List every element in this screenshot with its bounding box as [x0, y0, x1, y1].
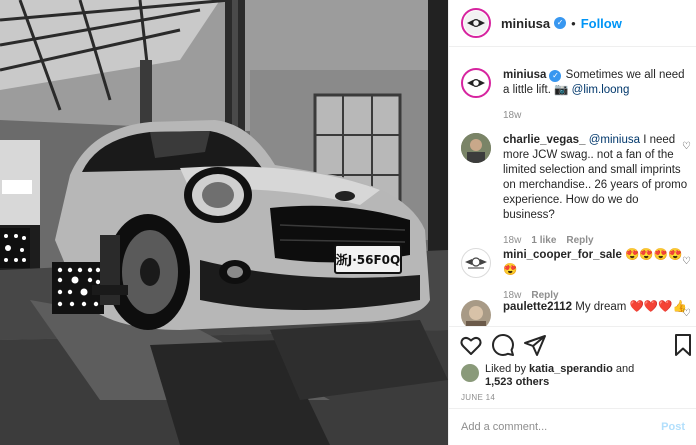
- liked-by-user[interactable]: katia_sperandio: [529, 363, 613, 375]
- liked-by: Liked by katia_sperandio and 1,523 others: [461, 363, 685, 389]
- license-plate: 浙J·56F0Q: [335, 245, 401, 273]
- comment-age[interactable]: 18w: [503, 235, 521, 246]
- bookmark-icon[interactable]: [671, 333, 695, 357]
- comment-body: mini_cooper_for_sale 😍😍😍😍😍 18w Reply: [503, 248, 693, 303]
- comment-text: I need more JCW swag.. not a fan of the …: [503, 134, 688, 221]
- post-button[interactable]: Post: [661, 421, 685, 433]
- likes-count[interactable]: 1,523 others: [485, 376, 549, 388]
- list-item: paulette2112 My dream ❤️❤️❤️👍 ♡: [461, 300, 693, 326]
- caption-username[interactable]: miniusa: [503, 69, 546, 81]
- caption-avatar[interactable]: [461, 68, 491, 98]
- license-plate-text: 浙J·56F0Q: [335, 252, 401, 267]
- avatar[interactable]: [461, 364, 479, 382]
- comment-username[interactable]: paulette2112: [503, 301, 572, 313]
- reply-button[interactable]: Reply: [566, 235, 593, 246]
- comment-username[interactable]: charlie_vegas_: [503, 134, 585, 146]
- list-item: mini_cooper_for_sale 😍😍😍😍😍 18w Reply ♡: [461, 248, 693, 303]
- mini-logo-icon: [465, 257, 487, 269]
- comment-input[interactable]: [461, 421, 662, 433]
- list-item: charlie_vegas_ @miniusa I need more JCW …: [461, 133, 693, 248]
- caption-comment: miniusa ✓ Sometimes we all need a little …: [461, 68, 693, 123]
- follow-button[interactable]: Follow: [581, 16, 622, 31]
- post-header: miniusa ✓ • Follow: [449, 0, 696, 47]
- comment-body: paulette2112 My dream ❤️❤️❤️👍: [503, 300, 693, 326]
- caption-mention[interactable]: @lim.loong: [572, 84, 630, 96]
- liked-by-text: Liked by katia_sperandio and 1,523 others: [485, 363, 685, 389]
- caption-meta: 18w: [503, 108, 693, 123]
- post-date[interactable]: JUNE 14: [461, 393, 495, 402]
- verified-icon: ✓: [549, 70, 562, 82]
- post-actions: Liked by katia_sperandio and 1,523 others: [449, 326, 696, 416]
- verified-icon: ✓: [554, 17, 567, 29]
- car-photo-illustration: [0, 0, 448, 445]
- user-photo-icon: [461, 133, 491, 163]
- heart-icon[interactable]: ♡: [682, 141, 691, 152]
- user-photo-icon: [461, 300, 491, 326]
- comment-likes[interactable]: 1 like: [531, 235, 556, 246]
- heart-icon[interactable]: ♡: [682, 308, 691, 319]
- caption-age[interactable]: 18w: [503, 110, 521, 121]
- avatar[interactable]: [461, 8, 491, 38]
- mini-logo-icon: [467, 78, 485, 88]
- header-username[interactable]: miniusa: [501, 16, 550, 31]
- liked-by-prefix: Liked by: [485, 363, 530, 375]
- comment-meta: 18w 1 like Reply: [503, 233, 693, 248]
- mini-logo-icon: [467, 18, 485, 28]
- avatar[interactable]: [461, 248, 491, 278]
- comment-mention[interactable]: @miniusa: [589, 134, 640, 146]
- comments-list[interactable]: miniusa ✓ Sometimes we all need a little …: [449, 48, 696, 326]
- post-side-panel: miniusa ✓ • Follow miniusa ✓ Sometimes we…: [448, 0, 696, 445]
- share-icon[interactable]: [523, 333, 547, 357]
- heart-icon[interactable]: [459, 333, 483, 357]
- add-comment-bar: Post: [449, 408, 696, 445]
- liked-by-middle: and: [612, 363, 635, 375]
- separator-dot: •: [571, 15, 576, 31]
- post-photo[interactable]: 浙J·56F0Q: [0, 0, 448, 445]
- comment-icon[interactable]: [491, 333, 515, 357]
- avatar[interactable]: [461, 133, 491, 163]
- avatar[interactable]: [461, 300, 491, 326]
- heart-icon[interactable]: ♡: [682, 256, 691, 267]
- comment-text: My dream ❤️❤️❤️👍: [572, 301, 687, 313]
- comment-body: charlie_vegas_ @miniusa I need more JCW …: [503, 133, 693, 248]
- comment-username[interactable]: mini_cooper_for_sale: [503, 249, 622, 261]
- caption-body: miniusa ✓ Sometimes we all need a little …: [503, 68, 693, 123]
